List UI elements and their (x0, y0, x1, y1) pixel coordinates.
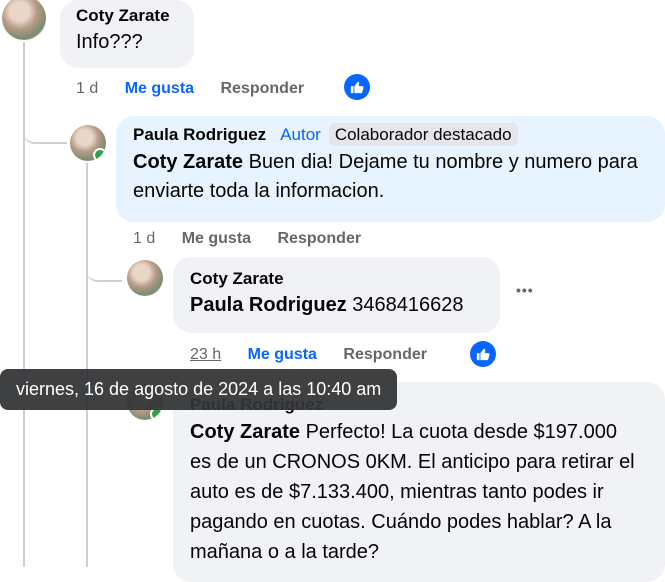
comment-body: 3468416628 (346, 294, 464, 316)
comment-bubble-3: Coty Zarate Paula Rodriguez 3468416628 (173, 257, 500, 333)
contributor-badge: Colaborador destacado (328, 123, 518, 146)
thumbs-up-icon[interactable] (470, 341, 496, 367)
comment-bubble-1: Coty Zarate Info??? (60, 0, 194, 68)
like-button[interactable]: Me gusta (248, 346, 317, 363)
avatar-coty-zarate[interactable] (127, 260, 163, 296)
comment-text: Coty Zarate Perfecto! La cuota desde $19… (190, 417, 640, 567)
comment-time[interactable]: 1 d (133, 230, 155, 247)
comment-text: Paula Rodriguez 3468416628 (190, 291, 483, 320)
reply-button[interactable]: Responder (343, 346, 427, 363)
thumbs-up-icon[interactable] (344, 74, 370, 100)
thread-connector-2 (86, 262, 122, 282)
comment-time[interactable]: 23 h (190, 346, 221, 363)
comment-author[interactable]: Paula Rodriguez (133, 125, 266, 144)
like-button[interactable]: Me gusta (125, 80, 194, 97)
comment-actions-3: 23 h Me gusta Responder (190, 346, 449, 364)
comment-bubble-2: Paula Rodriguez Autor Colaborador destacad… (116, 116, 665, 222)
comment-time[interactable]: 1 d (76, 80, 98, 97)
comment-actions-2: 1 d Me gusta Responder (133, 230, 383, 248)
like-button[interactable]: Me gusta (182, 230, 251, 247)
reply-button[interactable]: Responder (278, 230, 362, 247)
timestamp-tooltip: viernes, 16 de agosto de 2024 a las 10:4… (0, 369, 398, 410)
comment-text: Info??? (76, 31, 143, 53)
mention-link[interactable]: Coty Zarate (133, 151, 243, 173)
thread-line-reply (86, 163, 88, 567)
comment-bubble-4: Paula Rodriguez Coty Zarate Perfecto! La… (173, 382, 665, 582)
online-status-icon (93, 148, 106, 161)
comment-text: Coty Zarate Buen dia! Dejame tu nombre y… (133, 148, 648, 206)
author-badge: Autor (280, 125, 321, 144)
comment-author-row: Paula Rodriguez Autor Colaborador destacad… (133, 123, 648, 146)
more-options-icon[interactable]: ••• (516, 282, 534, 298)
reply-button[interactable]: Responder (221, 80, 305, 97)
avatar-paula-rodriguez[interactable] (70, 125, 106, 161)
comment-author[interactable]: Coty Zarate (76, 6, 178, 26)
mention-link[interactable]: Coty Zarate (190, 421, 300, 443)
avatar-coty-zarate[interactable] (2, 0, 46, 40)
comment-actions-1: 1 d Me gusta Responder (76, 80, 326, 98)
mention-link[interactable]: Paula Rodriguez (190, 294, 347, 316)
thread-connector-1 (23, 112, 67, 144)
comment-author[interactable]: Coty Zarate (190, 269, 483, 289)
